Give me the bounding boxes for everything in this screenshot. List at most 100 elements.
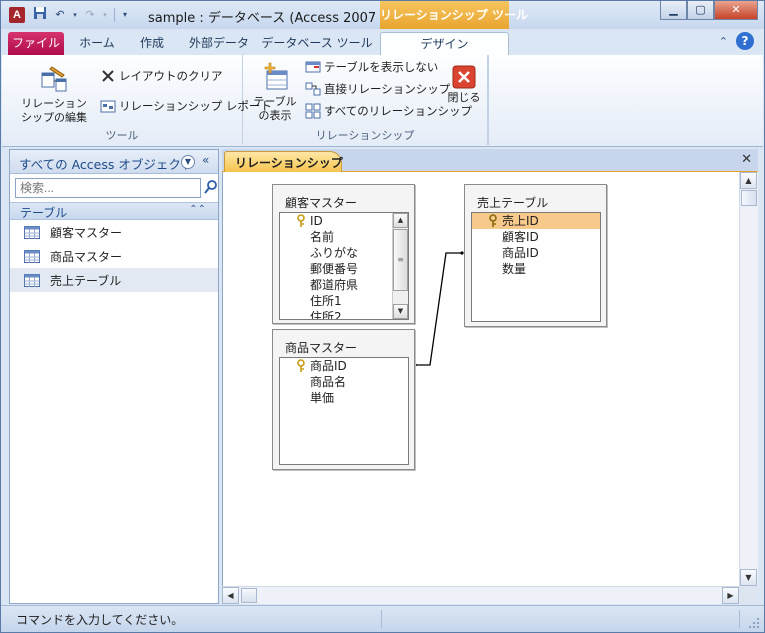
save-icon[interactable] xyxy=(31,6,49,24)
nav-item-product-master[interactable]: 商品マスター xyxy=(10,244,218,268)
scrollbar-corner xyxy=(739,586,758,604)
canvas-vertical-scrollbar[interactable]: ▲ ▼ xyxy=(739,172,758,586)
tab-relationships-document[interactable]: リレーションシップ xyxy=(224,151,343,172)
field-name: 商品ID xyxy=(502,246,539,260)
nav-menu-chevron-icon[interactable]: ▼ xyxy=(181,155,195,169)
undo-icon[interactable]: ↶ xyxy=(51,6,69,24)
redo-dropdown-icon[interactable]: ▾ xyxy=(101,6,109,24)
help-icon[interactable]: ? xyxy=(736,32,754,50)
table-box-customer-master[interactable]: 顧客マスター ID 名前 ふりがな 郵便番号 都道府県 住所1 住所2 ▲ ≡ … xyxy=(272,184,415,324)
hide-table-button[interactable]: テーブルを表示しない xyxy=(305,57,438,77)
field-name: 郵便番号 xyxy=(310,262,359,276)
undo-dropdown-icon[interactable]: ▾ xyxy=(71,6,79,24)
show-table-icon xyxy=(264,62,288,90)
customize-qat-icon[interactable]: ▾ xyxy=(120,6,130,24)
field-name: ID xyxy=(310,214,323,228)
clear-layout-button[interactable]: レイアウトのクリア xyxy=(100,66,223,86)
horizontal-scroll-thumb[interactable] xyxy=(241,588,257,603)
table-box-sales-table[interactable]: 売上テーブル 売上ID 顧客ID 商品ID 数量 xyxy=(464,184,607,327)
scroll-right-icon[interactable]: ▶ xyxy=(722,587,739,604)
field-name: 住所1 xyxy=(310,294,342,308)
tab-home[interactable]: ホーム xyxy=(69,32,125,55)
primary-key-icon xyxy=(297,214,305,227)
document-tab-bar: リレーションシップ ✕ xyxy=(222,149,758,172)
field-item[interactable]: 商品ID xyxy=(280,358,408,374)
scroll-thumb[interactable]: ≡ xyxy=(393,229,408,291)
field-name: 顧客ID xyxy=(502,230,539,244)
close-document-icon[interactable]: ✕ xyxy=(741,152,752,167)
resize-grip-icon[interactable] xyxy=(748,617,760,629)
field-item[interactable]: 数量 xyxy=(472,261,600,277)
access-app-icon[interactable]: A xyxy=(9,7,25,23)
tab-create[interactable]: 作成 xyxy=(127,32,177,55)
field-list-customer[interactable]: ID 名前 ふりがな 郵便番号 都道府県 住所1 住所2 ▲ ≡ ▼ xyxy=(279,212,409,320)
nav-title[interactable]: すべての Access オブジェクト xyxy=(19,154,193,173)
tab-external-data[interactable]: 外部データ xyxy=(179,32,259,55)
shutter-bar-collapse-icon[interactable]: « xyxy=(202,153,209,167)
status-bar: コマンドを入力してください。 xyxy=(1,605,764,632)
nav-item-label: 売上テーブル xyxy=(50,273,122,288)
close-window-button[interactable]: ✕ xyxy=(714,1,758,20)
field-name: 住所2 xyxy=(310,310,342,320)
minimize-ribbon-icon[interactable]: ⌃ xyxy=(719,35,728,48)
field-item[interactable]: 都道府県 xyxy=(280,277,408,293)
maximize-button[interactable]: ▢ xyxy=(687,1,714,20)
scroll-down-icon[interactable]: ▼ xyxy=(740,569,757,586)
scroll-left-icon[interactable]: ◀ xyxy=(222,587,239,604)
nav-item-customer-master[interactable]: 顧客マスター xyxy=(10,220,218,244)
field-item[interactable]: 名前 xyxy=(280,229,408,245)
access-window: A ↶ ▾ ↷ ▾ ▾ sample : データベース (Access 2007… xyxy=(0,0,765,633)
edit-relationships-icon xyxy=(41,66,67,92)
field-item-selected[interactable]: 売上ID xyxy=(472,213,600,229)
status-text: コマンドを入力してください。 xyxy=(16,613,184,627)
hide-table-icon xyxy=(305,61,321,73)
relationship-tools-header: リレーションシップ ツール xyxy=(380,1,528,29)
relationships-canvas[interactable]: 顧客マスター ID 名前 ふりがな 郵便番号 都道府県 住所1 住所2 ▲ ≡ … xyxy=(222,172,739,586)
nav-item-label: 顧客マスター xyxy=(50,225,123,240)
show-table-button[interactable]: テーブルの表示 xyxy=(247,61,303,123)
minimize-button[interactable]: ▁ xyxy=(660,1,687,20)
table-box-title: 顧客マスター xyxy=(285,196,358,210)
tab-database-tools[interactable]: データベース ツール xyxy=(261,32,373,55)
close-relationships-button[interactable]: 閉じる xyxy=(444,65,484,105)
navigation-pane: すべての Access オブジェクト ▼ « テーブル ⌃⌃ 顧客マスター 商品… xyxy=(9,149,219,604)
field-list-sales[interactable]: 売上ID 顧客ID 商品ID 数量 xyxy=(471,212,601,322)
ribbon-tabs: ファイル ホーム 作成 外部データ データベース ツール デザイン xyxy=(1,29,764,55)
nav-group-tables[interactable]: テーブル ⌃⌃ xyxy=(10,202,218,220)
table-icon xyxy=(24,249,40,263)
table-icon xyxy=(24,273,40,287)
scroll-up-icon[interactable]: ▲ xyxy=(393,213,408,228)
tab-design[interactable]: デザイン xyxy=(380,32,509,55)
field-item[interactable]: ふりがな xyxy=(280,245,408,261)
vertical-scroll-thumb[interactable] xyxy=(741,190,757,206)
field-item[interactable]: ID xyxy=(280,213,408,229)
field-item[interactable]: 郵便番号 xyxy=(280,261,408,277)
redo-icon[interactable]: ↷ xyxy=(81,6,99,24)
report-icon xyxy=(100,100,116,113)
field-item[interactable]: 単価 xyxy=(280,390,408,406)
field-item[interactable]: 住所2 xyxy=(280,309,408,320)
field-item[interactable]: 顧客ID xyxy=(472,229,600,245)
nav-search-input[interactable] xyxy=(15,178,201,198)
primary-key-icon xyxy=(297,359,305,372)
ribbon: リレーションシップの編集 レイアウトのクリア リレーションシップ レポート ツー… xyxy=(2,55,763,147)
direct-relationships-button[interactable]: 直接リレーションシップ xyxy=(305,79,450,99)
edit-relationships-label: リレーションシップの編集 xyxy=(21,97,87,124)
tab-file[interactable]: ファイル xyxy=(8,32,64,55)
field-item[interactable]: 商品ID xyxy=(472,245,600,261)
nav-item-label: 商品マスター xyxy=(50,249,123,264)
search-icon[interactable] xyxy=(203,179,219,195)
edit-relationships-button[interactable]: リレーションシップの編集 xyxy=(8,63,100,125)
table-box-product-master[interactable]: 商品マスター 商品ID 商品名 単価 xyxy=(272,329,415,470)
field-item[interactable]: 商品名 xyxy=(280,374,408,390)
nav-item-sales-table[interactable]: 売上テーブル xyxy=(10,268,218,292)
field-item[interactable]: 住所1 xyxy=(280,293,408,309)
field-list-scrollbar[interactable]: ▲ ≡ ▼ xyxy=(392,213,408,319)
group-collapse-icon[interactable]: ⌃⌃ xyxy=(189,204,206,215)
scroll-up-icon[interactable]: ▲ xyxy=(740,172,757,189)
field-name: 単価 xyxy=(310,391,335,405)
scroll-down-icon[interactable]: ▼ xyxy=(393,304,408,319)
canvas-horizontal-scrollbar[interactable]: ◀ ▶ xyxy=(222,586,739,604)
ribbon-separator xyxy=(488,55,489,145)
field-list-product[interactable]: 商品ID 商品名 単価 xyxy=(279,357,409,465)
